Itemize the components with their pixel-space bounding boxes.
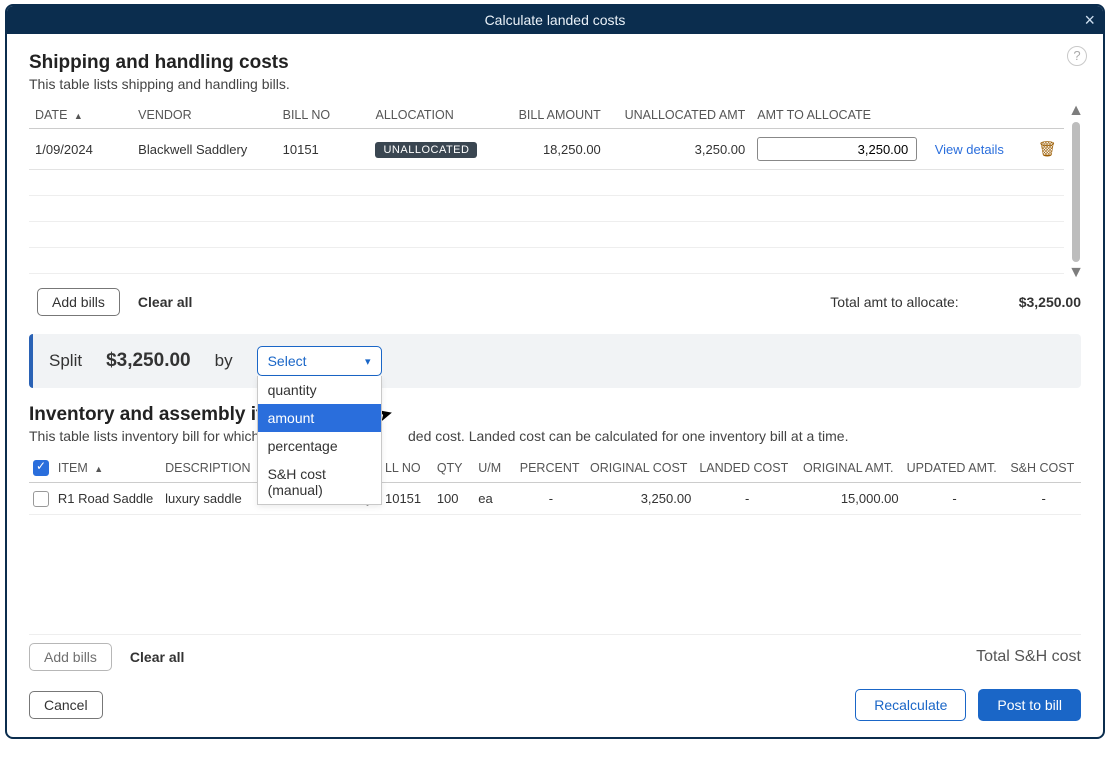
split-option-shcost[interactable]: S&H cost (manual) xyxy=(258,460,381,504)
empty-row xyxy=(29,222,1064,248)
bill-date: 1/09/2024 xyxy=(29,129,132,170)
scroll-down-icon[interactable]: ▼ xyxy=(1068,264,1084,282)
col-qty[interactable]: QTY xyxy=(433,454,474,483)
sort-asc-icon: ▲ xyxy=(74,111,83,121)
item-percent: - xyxy=(516,483,586,515)
chevron-down-icon: ▾ xyxy=(365,355,371,368)
item-origamt: 15,000.00 xyxy=(799,483,903,515)
split-option-amount[interactable]: amount xyxy=(258,404,381,432)
bills-table: DATE ▲ VENDOR BILL NO ALLOCATION BILL AM… xyxy=(29,102,1064,274)
shipping-costs-title: Shipping and handling costs xyxy=(29,52,1081,74)
col-vendor[interactable]: VENDOR xyxy=(132,102,276,129)
scroll-up-icon[interactable]: ▲ xyxy=(1068,102,1084,120)
titlebar: Calculate landed costs × xyxy=(7,6,1103,34)
col-origamt[interactable]: ORIGINAL AMT. xyxy=(799,454,903,483)
cancel-button[interactable]: Cancel xyxy=(29,691,103,719)
subtitle-prefix: This table lists inventory bill for whic… xyxy=(29,428,278,444)
bill-unallocated: 3,250.00 xyxy=(607,129,751,170)
col-um[interactable]: U/M xyxy=(474,454,515,483)
split-by-select[interactable]: Select ▾ xyxy=(257,346,382,376)
col-unallocated[interactable]: UNALLOCATED AMT xyxy=(607,102,751,129)
empty-row xyxy=(29,248,1064,274)
item-checkbox[interactable] xyxy=(33,491,49,507)
total-allocate-value: $3,250.00 xyxy=(1019,294,1081,310)
col-billno[interactable]: BILL NO xyxy=(277,102,370,129)
item-landedcost: - xyxy=(695,483,799,515)
col-updatedamt[interactable]: UPDATED AMT. xyxy=(903,454,1007,483)
allocation-badge: UNALLOCATED xyxy=(375,142,477,158)
total-sh-label: Total S&H cost xyxy=(976,648,1081,666)
post-to-bill-button[interactable]: Post to bill xyxy=(978,689,1081,721)
trash-icon[interactable]: 🗑 xyxy=(1038,141,1057,158)
col-billamount[interactable]: BILL AMOUNT xyxy=(504,102,607,129)
subtitle-suffix: ded cost. Landed cost can be calculated … xyxy=(408,428,849,444)
bills-scroll[interactable]: ▲ ▼ xyxy=(1069,102,1083,282)
empty-row xyxy=(29,196,1064,222)
split-option-quantity[interactable]: quantity xyxy=(258,376,381,404)
landed-costs-dialog: Calculate landed costs × ? Shipping and … xyxy=(5,4,1105,739)
item-billno: 10151 xyxy=(381,483,433,515)
items-clear-all-link[interactable]: Clear all xyxy=(130,649,184,665)
item-updatedamt: - xyxy=(903,483,1007,515)
col-origcost[interactable]: ORIGINAL COST xyxy=(586,454,695,483)
help-icon[interactable]: ? xyxy=(1067,46,1087,66)
split-by-label: by xyxy=(215,351,233,371)
amt-to-allocate-input[interactable] xyxy=(757,137,917,161)
scroll-thumb[interactable] xyxy=(1072,122,1080,262)
window-title: Calculate landed costs xyxy=(485,12,626,28)
recalculate-button[interactable]: Recalculate xyxy=(855,689,966,721)
col-description[interactable]: DESCRIPTION xyxy=(161,454,259,483)
item-name: R1 Road Saddle xyxy=(54,483,161,515)
total-allocate-label: Total amt to allocate: xyxy=(830,294,958,310)
items-add-bills-button[interactable]: Add bills xyxy=(29,643,112,671)
empty-row xyxy=(29,170,1064,196)
inventory-items-subtitle: This table lists inventory bill for whic… xyxy=(29,428,1081,444)
col-allocation[interactable]: ALLOCATION xyxy=(369,102,503,129)
col-itembillno[interactable]: LL NO xyxy=(381,454,433,483)
item-shcost: - xyxy=(1006,483,1081,515)
bill-row[interactable]: 1/09/2024 Blackwell Saddlery 10151 UNALL… xyxy=(29,129,1064,170)
shipping-costs-subtitle: This table lists shipping and handling b… xyxy=(29,76,1081,92)
split-label: Split xyxy=(49,351,82,371)
split-amount: $3,250.00 xyxy=(106,350,191,372)
split-by-placeholder: Select xyxy=(268,353,307,369)
view-details-link[interactable]: View details xyxy=(935,142,1004,157)
item-origcost: 3,250.00 xyxy=(586,483,695,515)
col-item[interactable]: ITEM xyxy=(58,461,88,475)
split-by-menu: quantity amount percentage S&H cost (man… xyxy=(257,376,382,505)
sort-asc-icon: ▲ xyxy=(94,464,103,474)
bill-amount: 18,250.00 xyxy=(504,129,607,170)
split-option-percentage[interactable]: percentage xyxy=(258,432,381,460)
bill-vendor: Blackwell Saddlery xyxy=(132,129,276,170)
items-table: ITEM ▲ DESCRIPTION LL NO QTY U/M PERCENT… xyxy=(29,454,1081,635)
select-all-checkbox[interactable] xyxy=(33,460,49,476)
bill-no: 10151 xyxy=(277,129,370,170)
clear-all-link[interactable]: Clear all xyxy=(138,294,192,310)
inventory-items-title: Inventory and assembly items xyxy=(29,404,1081,426)
col-percent[interactable]: PERCENT xyxy=(516,454,586,483)
split-bar: Split $3,250.00 by Select ▾ quantity amo… xyxy=(29,334,1081,388)
item-row[interactable]: R1 Road Saddle luxury saddle Blackwell S… xyxy=(29,483,1081,515)
col-date[interactable]: DATE xyxy=(35,108,67,122)
item-um: ea xyxy=(474,483,515,515)
item-qty: 100 xyxy=(433,483,474,515)
item-description: luxury saddle xyxy=(161,483,259,515)
col-amtalloc[interactable]: AMT TO ALLOCATE xyxy=(751,102,928,129)
col-landedcost[interactable]: LANDED COST xyxy=(695,454,799,483)
close-icon[interactable]: × xyxy=(1084,6,1095,34)
add-bills-button[interactable]: Add bills xyxy=(37,288,120,316)
col-shcost[interactable]: S&H COST xyxy=(1006,454,1081,483)
